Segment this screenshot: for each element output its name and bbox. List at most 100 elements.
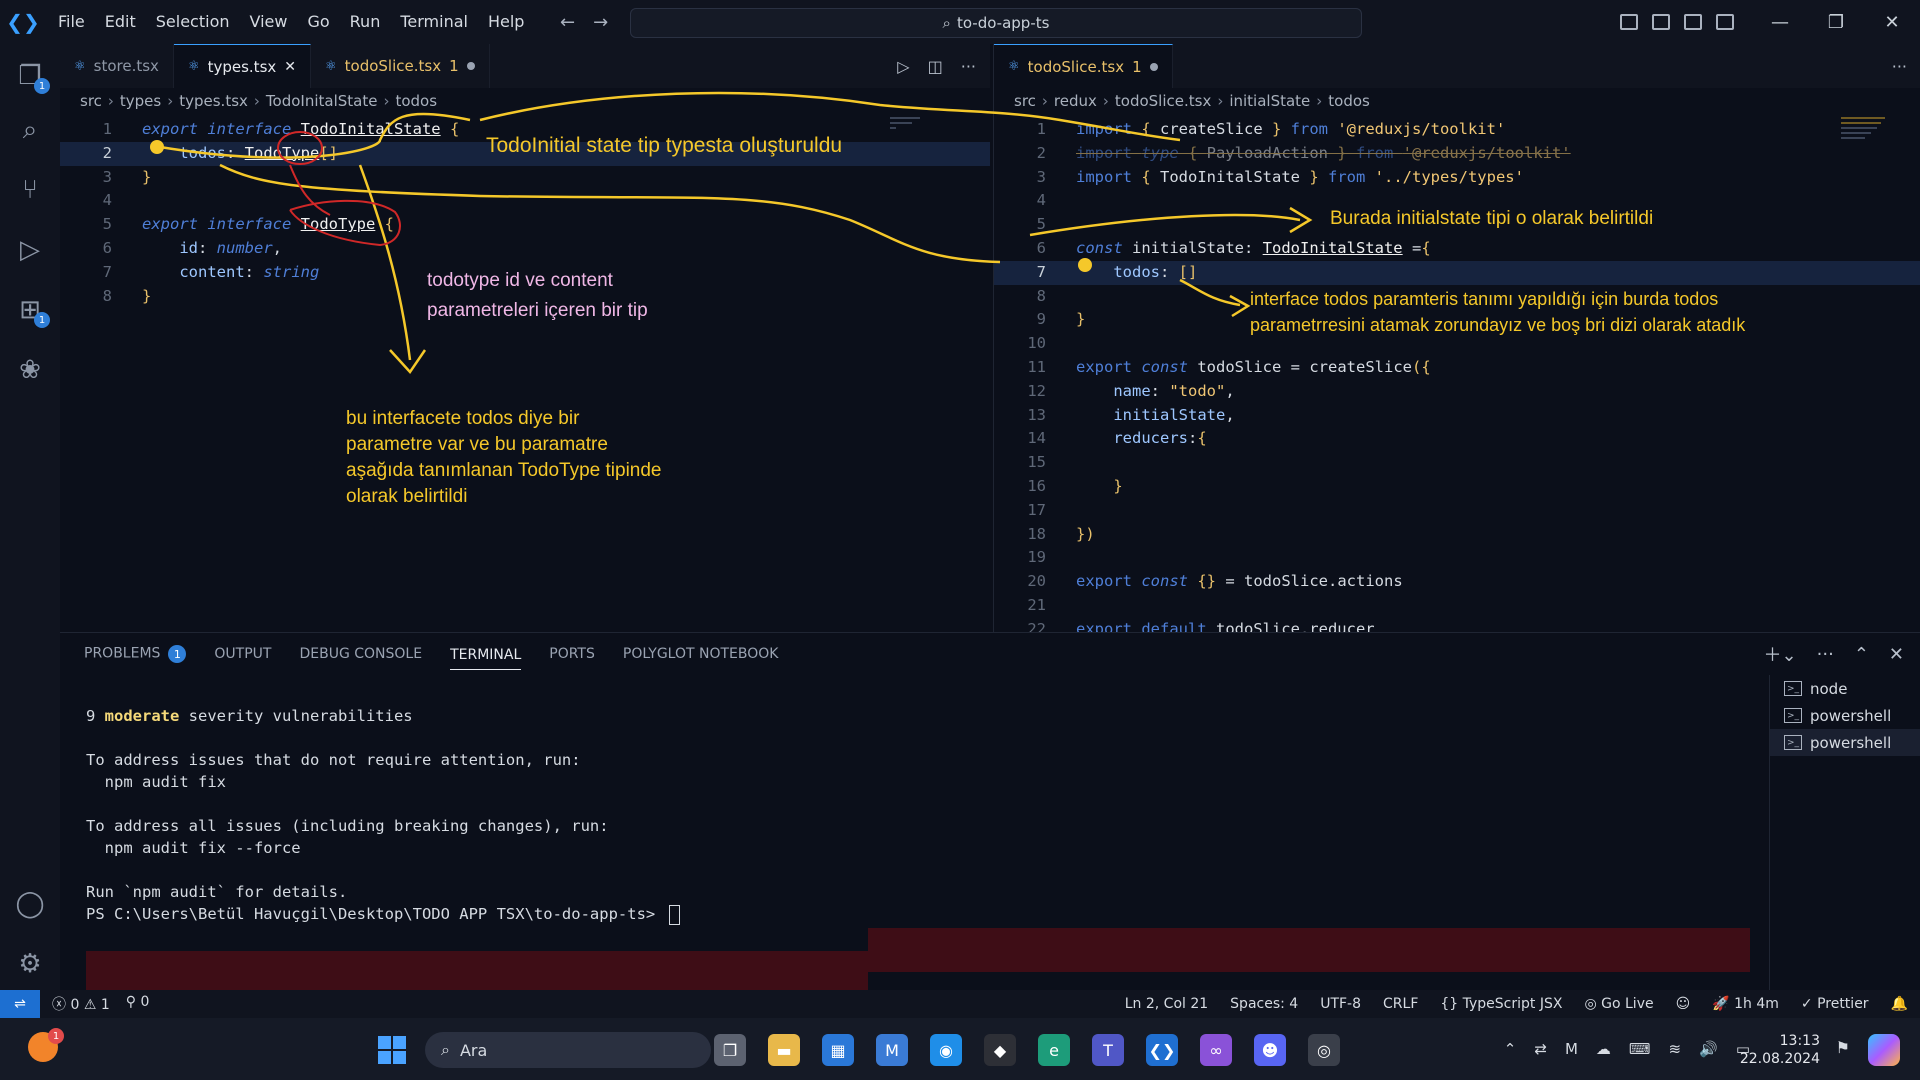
go-live[interactable]: ◎ Go Live xyxy=(1584,996,1653,1012)
unsaved-dot-icon[interactable] xyxy=(1149,62,1158,71)
command-center-search[interactable]: ⌕ to-do-app-ts xyxy=(630,8,1362,38)
customize-layout-icon[interactable] xyxy=(1716,14,1734,30)
toggle-primary-sidebar-icon[interactable] xyxy=(1620,14,1638,30)
source-control-icon[interactable]: ⑂ xyxy=(0,166,60,214)
toggle-panel-icon[interactable] xyxy=(1652,14,1670,30)
notifications-bell-icon[interactable]: 🔔 xyxy=(1891,996,1908,1012)
run-debug-icon[interactable]: ▷ xyxy=(0,226,60,274)
tray-keyboard-icon[interactable]: ⌨ xyxy=(1629,1040,1651,1058)
menu-selection[interactable]: Selection xyxy=(146,0,240,44)
ms-store-icon[interactable]: ▦ xyxy=(822,1034,854,1066)
breadcrumb-item[interactable]: types xyxy=(120,92,161,110)
code-line[interactable]: 3 import { TodoInitalState } from '../typ… xyxy=(994,166,1920,190)
terminal-item-powershell-2[interactable]: >_ powershell xyxy=(1770,729,1920,756)
explorer-icon[interactable]: ❐ 1 xyxy=(0,52,60,100)
terminal-item-powershell-1[interactable]: >_ powershell xyxy=(1770,702,1920,729)
code-line[interactable]: 6 id: number, xyxy=(60,237,990,261)
cursor-position[interactable]: Ln 2, Col 21 xyxy=(1125,996,1208,1012)
language-mode[interactable]: {} TypeScript JSX xyxy=(1440,996,1562,1012)
taskbar-clock[interactable]: 13:13 22.08.2024 xyxy=(1740,1032,1820,1068)
more-actions-icon[interactable]: ··· xyxy=(1892,57,1907,76)
breadcrumb-item[interactable]: initialState xyxy=(1229,92,1310,110)
tab-terminal[interactable]: TERMINAL xyxy=(450,647,522,670)
menu-go[interactable]: Go xyxy=(297,0,339,44)
problems-status[interactable]: ⓧ 0 ⚠ 1 xyxy=(52,994,110,1014)
code-line[interactable]: 2 import type { PayloadAction } from '@re… xyxy=(994,142,1920,166)
menu-run[interactable]: Run xyxy=(340,0,391,44)
tab-output[interactable]: OUTPUT xyxy=(214,646,271,662)
edge-browser-icon[interactable]: e xyxy=(1038,1034,1070,1066)
code-line[interactable]: 5 export interface TodoType { xyxy=(60,213,990,237)
code-line[interactable]: 4 xyxy=(60,189,990,213)
chat-app-icon[interactable]: ◉ xyxy=(930,1034,962,1066)
forward-arrow-icon[interactable]: → xyxy=(593,12,608,33)
notification-center-icon[interactable]: ⚑ xyxy=(1836,1038,1850,1057)
tab-polyglot-notebook[interactable]: POLYGLOT NOTEBOOK xyxy=(623,646,779,662)
weather-widget-icon[interactable]: 1 xyxy=(28,1028,64,1062)
copilot-icon[interactable]: ☺ xyxy=(1676,996,1691,1012)
breadcrumb-item[interactable]: types.tsx xyxy=(179,92,248,110)
tab-todoslice-tsx-right[interactable]: ⚛ todoSlice.tsx 1 xyxy=(994,44,1173,88)
encoding[interactable]: UTF-8 xyxy=(1320,996,1361,1012)
tab-debug-console[interactable]: DEBUG CONSOLE xyxy=(299,646,422,662)
tray-gmail-icon[interactable]: M xyxy=(1565,1040,1578,1058)
search-view-icon[interactable]: ⌕ xyxy=(0,106,60,154)
close-window-icon[interactable]: ✕ xyxy=(1864,12,1920,33)
more-actions-icon[interactable]: ··· xyxy=(1817,644,1834,665)
code-line[interactable]: 19 xyxy=(994,546,1920,570)
start-button-icon[interactable] xyxy=(378,1036,406,1064)
menu-terminal[interactable]: Terminal xyxy=(390,0,478,44)
teams-icon[interactable]: T xyxy=(1092,1034,1124,1066)
run-file-icon[interactable]: ▷ xyxy=(897,57,909,76)
mail-app-icon[interactable]: M xyxy=(876,1034,908,1066)
code-line[interactable]: 1 import { createSlice } from '@reduxjs/t… xyxy=(994,118,1920,142)
terminal-item-node[interactable]: >_ node xyxy=(1770,675,1920,702)
extensions-icon[interactable]: ⊞ 1 xyxy=(0,286,60,334)
unsaved-dot-icon[interactable] xyxy=(466,62,475,70)
code-line[interactable]: 11 export const todoSlice = createSlice({ xyxy=(994,356,1920,380)
code-line[interactable]: 7 todos: [] xyxy=(994,260,1920,285)
settings-gear-icon[interactable]: ⚙ xyxy=(0,940,60,988)
tab-todoslice-tsx[interactable]: ⚛ todoSlice.tsx 1 xyxy=(311,44,490,88)
tab-ports[interactable]: PORTS xyxy=(549,646,595,662)
remote-icon[interactable]: ⇌ xyxy=(0,990,40,1018)
tab-store-tsx[interactable]: ⚛ store.tsx xyxy=(60,44,174,88)
accounts-icon[interactable]: ◯ xyxy=(0,880,60,928)
back-arrow-icon[interactable]: ← xyxy=(560,12,575,33)
code-line[interactable]: 18}) xyxy=(994,523,1920,547)
minimize-icon[interactable]: — xyxy=(1752,12,1808,33)
file-explorer-icon[interactable]: ▬ xyxy=(768,1034,800,1066)
close-tab-icon[interactable]: ✕ xyxy=(284,59,296,75)
ports-status[interactable]: ⚲ 0 xyxy=(126,994,150,1014)
git-app-icon[interactable]: ◆ xyxy=(984,1034,1016,1066)
visual-studio-icon[interactable]: ∞ xyxy=(1200,1034,1232,1066)
code-line[interactable]: 14 reducers:{ xyxy=(994,427,1920,451)
task-view-icon[interactable]: ❐ xyxy=(714,1034,746,1066)
code-line[interactable]: 3} xyxy=(60,166,990,190)
tab-problems[interactable]: PROBLEMS 1 xyxy=(84,645,187,663)
vscode-taskbar-icon[interactable]: ❮❯ xyxy=(1146,1034,1178,1066)
session-timer[interactable]: 🚀 1h 4m xyxy=(1712,996,1779,1012)
tray-cloud-icon[interactable]: ☁ xyxy=(1596,1040,1611,1058)
breadcrumb-item[interactable]: todos xyxy=(1328,92,1370,110)
close-panel-icon[interactable]: ✕ xyxy=(1889,644,1904,665)
breadcrumb-item[interactable]: src xyxy=(80,92,102,110)
restore-icon[interactable]: ❐ xyxy=(1808,12,1864,33)
end-of-line[interactable]: CRLF xyxy=(1383,996,1418,1012)
prettier[interactable]: ✓ Prettier xyxy=(1801,996,1869,1012)
more-actions-icon[interactable]: ··· xyxy=(961,57,976,76)
indentation[interactable]: Spaces: 4 xyxy=(1230,996,1298,1012)
tray-overflow-icon[interactable]: ⌃ xyxy=(1504,1040,1517,1058)
menu-help[interactable]: Help xyxy=(478,0,534,44)
split-editor-icon[interactable]: ◫ xyxy=(928,57,943,76)
code-line[interactable]: 21 xyxy=(994,594,1920,618)
copilot-taskbar-icon[interactable] xyxy=(1868,1034,1900,1066)
minimap-right[interactable] xyxy=(1841,114,1901,174)
new-terminal-icon[interactable]: ＋⌄ xyxy=(1764,641,1797,667)
toggle-secondary-sidebar-icon[interactable] xyxy=(1684,14,1702,30)
terminal-output[interactable]: 9 moderate severity vulnerabilities To a… xyxy=(86,705,680,925)
breadcrumb-item[interactable]: TodoInitalState xyxy=(266,92,378,110)
discord-icon[interactable]: ☻ xyxy=(1254,1034,1286,1066)
code-line[interactable]: 17 xyxy=(994,499,1920,523)
code-line[interactable]: 12 name: "todo", xyxy=(994,380,1920,404)
